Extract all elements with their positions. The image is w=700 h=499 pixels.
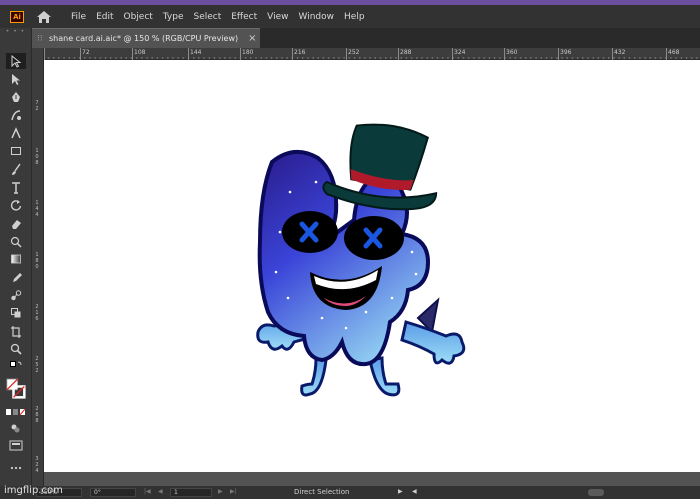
- artboard-number-field[interactable]: 1: [170, 488, 212, 497]
- menu-bar: Ai File Edit Object Type Select Effect V…: [0, 5, 700, 28]
- h-ruler-label: 144: [190, 49, 202, 56]
- fill-stroke-swatches-icon[interactable]: [6, 375, 26, 403]
- toolbar-grip-icon[interactable]: • • •: [0, 28, 31, 38]
- h-ruler-label: 324: [454, 49, 466, 56]
- h-ruler-label: 180: [242, 49, 254, 56]
- v-ruler-label: 3 2 4: [35, 456, 39, 474]
- eyedropper-tool-icon[interactable]: [6, 269, 26, 285]
- screen-mode-icon[interactable]: [6, 438, 26, 454]
- v-ruler-label: 7 2: [35, 100, 39, 112]
- selection-tool-icon[interactable]: [6, 53, 26, 69]
- curvature-tool-icon[interactable]: [6, 107, 26, 123]
- ruler-major-tick: [132, 48, 133, 60]
- imgflip-watermark: imgflip.com: [4, 485, 63, 496]
- menu-help[interactable]: Help: [339, 12, 370, 22]
- last-artboard-icon[interactable]: ▶|: [230, 488, 237, 495]
- ruler-major-tick: [44, 48, 45, 60]
- rotate-tool-icon[interactable]: [6, 197, 26, 213]
- menu-edit[interactable]: Edit: [91, 12, 118, 22]
- h-ruler-label: 108: [134, 49, 146, 56]
- ruler-major-tick: [398, 48, 399, 60]
- tab-grip-icon: ⁝⁝: [37, 33, 43, 44]
- shape-builder-tool-icon[interactable]: [6, 305, 26, 321]
- document-tab-bar: ⁝⁝ shane card.ai.aic* @ 150 % (RGB/CPU P…: [32, 28, 700, 48]
- current-tool-label: Direct Selection: [294, 488, 350, 496]
- swap-colors-icon[interactable]: [6, 361, 26, 371]
- next-artboard-icon[interactable]: ▶: [218, 488, 223, 495]
- h-ruler-label: 72: [82, 49, 90, 56]
- menu-type[interactable]: Type: [158, 12, 189, 22]
- warp-tool-icon[interactable]: [6, 233, 26, 249]
- ruler-major-tick: [452, 48, 453, 60]
- ruler-major-tick: [292, 48, 293, 60]
- document-tab-title: shane card.ai.aic* @ 150 % (RGB/CPU Prev…: [49, 34, 239, 43]
- ruler-major-tick: [346, 48, 347, 60]
- h-ruler-label: 360: [506, 49, 518, 56]
- rotation-field[interactable]: 0°: [90, 488, 136, 497]
- ruler-major-tick: [504, 48, 505, 60]
- v-ruler-label: 2 8 8: [35, 406, 39, 424]
- pen-tool-icon[interactable]: [6, 89, 26, 105]
- tab-close-icon[interactable]: ×: [248, 33, 256, 44]
- previous-artboard-icon[interactable]: ◀: [158, 488, 163, 495]
- paintbrush-tool-icon[interactable]: [6, 161, 26, 177]
- ruler-major-tick: [188, 48, 189, 60]
- zoom-tool-icon[interactable]: [6, 341, 26, 357]
- scroll-left-icon[interactable]: ◀: [412, 488, 417, 495]
- menu-select[interactable]: Select: [188, 12, 226, 22]
- eraser-tool-icon[interactable]: [6, 215, 26, 231]
- v-ruler-label: 1 4 4: [35, 200, 39, 218]
- color-mode-icon[interactable]: [6, 407, 26, 417]
- h-ruler-label: 468: [668, 49, 680, 56]
- ruler-major-tick: [666, 48, 667, 60]
- menu-object[interactable]: Object: [119, 12, 158, 22]
- vertical-ruler[interactable]: 7 2 1 0 8 1 4 4 1 8 0 2 1 6 2 5 2 2 8 8 …: [32, 48, 44, 486]
- type-tool-icon[interactable]: [6, 179, 26, 195]
- h-ruler-label: 288: [400, 49, 412, 56]
- document-tab[interactable]: ⁝⁝ shane card.ai.aic* @ 150 % (RGB/CPU P…: [32, 28, 260, 48]
- horizontal-ruler[interactable]: 72 108 144 180 216 252 288 324 360 396 4…: [44, 48, 700, 60]
- blend-tool-icon[interactable]: [6, 287, 26, 303]
- v-ruler-label: 2 1 6: [35, 304, 39, 322]
- status-menu-icon[interactable]: ▶: [398, 488, 403, 495]
- ruler-major-tick: [612, 48, 613, 60]
- h-ruler-label: 396: [560, 49, 572, 56]
- gradient-tool-icon[interactable]: [6, 251, 26, 267]
- h-ruler-label: 252: [348, 49, 360, 56]
- type-path-tool-icon[interactable]: [6, 125, 26, 141]
- horizontal-scrollbar-thumb[interactable]: [588, 489, 604, 496]
- horizontal-scroll-area[interactable]: [44, 472, 700, 486]
- character-artwork[interactable]: [206, 122, 486, 402]
- ruler-major-tick: [240, 48, 241, 60]
- artboard-canvas[interactable]: [44, 60, 700, 472]
- ruler-major-tick: [80, 48, 81, 60]
- v-ruler-label: 2 5 2: [35, 356, 39, 374]
- menu-items: File Edit Object Type Select Effect View…: [66, 12, 370, 22]
- direct-selection-tool-icon[interactable]: [6, 71, 26, 87]
- v-ruler-label: 1 8 0: [35, 252, 39, 270]
- ruler-major-tick: [558, 48, 559, 60]
- rectangle-tool-icon[interactable]: [6, 143, 26, 159]
- app-logo: Ai: [10, 10, 24, 23]
- home-icon[interactable]: [36, 10, 52, 24]
- more-tools-icon[interactable]: [6, 460, 26, 476]
- h-ruler-label: 432: [614, 49, 626, 56]
- draw-mode-icon[interactable]: [6, 421, 26, 437]
- h-ruler-label: 216: [294, 49, 306, 56]
- menu-effect[interactable]: Effect: [226, 12, 262, 22]
- menu-view[interactable]: View: [262, 12, 293, 22]
- v-ruler-label: 1 0 8: [35, 148, 39, 166]
- artboard-tool-icon[interactable]: [6, 323, 26, 339]
- first-artboard-icon[interactable]: |◀: [144, 488, 151, 495]
- menu-file[interactable]: File: [66, 12, 91, 22]
- menu-window[interactable]: Window: [294, 12, 340, 22]
- status-bar: 150% 0° |◀ ◀ 1 ▶ ▶| Direct Selection ▶ ◀: [0, 486, 700, 499]
- tools-panel: • • •: [0, 28, 32, 486]
